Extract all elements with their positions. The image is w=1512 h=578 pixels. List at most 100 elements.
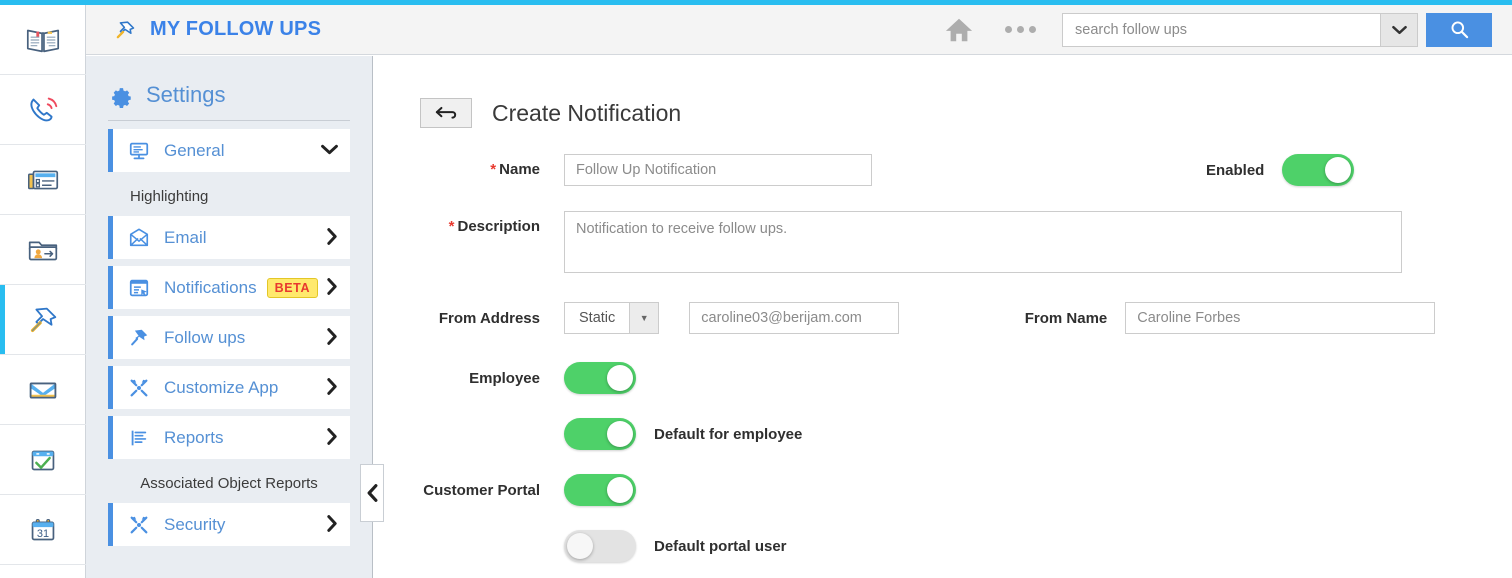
header-actions: [939, 12, 1492, 48]
sidebar-item-label: General: [164, 141, 224, 161]
form-row-description: *Description: [374, 211, 1512, 273]
default-portal-user-toggle[interactable]: [564, 530, 636, 562]
search-dropdown-button[interactable]: [1380, 13, 1418, 47]
chevron-right-icon: [326, 278, 338, 298]
sidebar-item-notifications[interactable]: Notifications BETA: [108, 266, 350, 309]
nav-group-follow-ups: Follow ups: [108, 316, 350, 359]
sidebar-subitem-associated-object-reports[interactable]: Associated Object Reports: [86, 466, 372, 503]
chevron-left-icon: [366, 484, 379, 502]
search-input[interactable]: [1062, 13, 1380, 47]
from-address-label: From Address: [374, 310, 540, 327]
calendar-31-icon: 31: [24, 511, 62, 549]
enabled-toggle[interactable]: [1282, 154, 1354, 186]
sidebar-subitem-highlighting[interactable]: Highlighting: [86, 179, 372, 216]
more-button[interactable]: [1005, 26, 1036, 33]
report-lines-icon: [128, 427, 150, 449]
left-icon-rail: 31: [0, 5, 86, 578]
name-label: *Name: [374, 154, 540, 186]
search-group: [1062, 13, 1492, 47]
nav-group-reports: Reports: [108, 416, 350, 459]
chevron-right-icon: [326, 328, 338, 348]
notification-card-icon: [128, 277, 150, 299]
sidebar-item-customize-app[interactable]: Customize App: [108, 366, 350, 409]
from-address-email-input[interactable]: [689, 302, 899, 334]
rail-item-calendar[interactable]: 31: [0, 495, 86, 565]
chevron-right-icon: [326, 228, 338, 248]
chevron-right-icon: [326, 378, 338, 398]
employee-toggle[interactable]: [564, 362, 636, 394]
back-button[interactable]: [420, 98, 472, 128]
open-book-icon: [24, 21, 62, 59]
rail-item-knowledge-base[interactable]: [0, 5, 86, 75]
default-for-employee-toggle[interactable]: [564, 418, 636, 450]
sidebar-item-follow-ups[interactable]: Follow ups: [108, 316, 350, 359]
rail-item-tasks[interactable]: [0, 425, 86, 495]
home-button[interactable]: [939, 12, 979, 48]
form-row-default-portal-user: Default portal user: [374, 530, 1512, 562]
page-title: Create Notification: [492, 100, 681, 127]
description-label: *Description: [374, 211, 540, 243]
rail-item-calls[interactable]: [0, 75, 86, 145]
settings-divider: [108, 120, 350, 121]
nav-group-security: Security: [108, 503, 350, 546]
sidebar-item-label: Reports: [164, 428, 224, 448]
default-portal-user-label: Default portal user: [654, 538, 787, 555]
tools-icon: [128, 377, 150, 399]
rail-item-mail[interactable]: [0, 355, 86, 425]
settings-title: Settings: [146, 82, 226, 108]
sidebar-item-reports[interactable]: Reports: [108, 416, 350, 459]
rail-item-follow-ups[interactable]: [0, 285, 86, 355]
caret-down-icon[interactable]: ▼: [629, 302, 659, 334]
from-name-input[interactable]: [1125, 302, 1435, 334]
settings-sidebar: Settings General Highlighting: [86, 56, 373, 578]
nav-group-email: Email: [108, 216, 350, 259]
toggle-knob: [607, 477, 633, 503]
toggle-knob: [607, 421, 633, 447]
enabled-group: Enabled: [1206, 154, 1354, 186]
default-for-employee-label: Default for employee: [654, 426, 802, 443]
rail-item-news[interactable]: [0, 145, 86, 215]
back-arrow-icon: [435, 105, 457, 121]
form-row-employee: Employee: [374, 362, 1512, 394]
gear-icon: [108, 82, 134, 108]
form-row-name: *Name Enabled: [374, 154, 1512, 186]
description-textarea[interactable]: [564, 211, 1402, 273]
contact-folder-icon: [24, 231, 62, 269]
customer-portal-toggle[interactable]: [564, 474, 636, 506]
svg-text:31: 31: [37, 528, 49, 540]
chevron-right-icon: [326, 428, 338, 448]
application-window: 31 MY FOLLOW UPS: [0, 0, 1512, 578]
sidebar-item-general[interactable]: General: [108, 129, 350, 172]
search-submit-button[interactable]: [1426, 13, 1492, 47]
sidebar-item-label: Notifications: [164, 278, 257, 298]
more-dots-icon: [1017, 26, 1024, 33]
sidebar-item-label: Email: [164, 228, 207, 248]
name-input[interactable]: [564, 154, 872, 186]
form-row-from: From Address Static ▼ From Name: [374, 302, 1512, 334]
from-address-select[interactable]: Static ▼: [564, 302, 659, 334]
customer-portal-label: Customer Portal: [374, 482, 540, 499]
page-header: Create Notification: [374, 56, 1512, 128]
sidebar-item-security[interactable]: Security: [108, 503, 350, 546]
pushpin-icon: [112, 17, 138, 43]
from-name-label: From Name: [957, 310, 1107, 327]
chevron-right-icon: [326, 515, 338, 535]
required-marker: *: [449, 218, 455, 235]
sidebar-item-email[interactable]: Email: [108, 216, 350, 259]
sidebar-item-label: Security: [164, 515, 225, 535]
create-notification-form: *Name Enabled *Description Fro: [374, 128, 1512, 562]
settings-header: Settings: [86, 56, 372, 120]
toggle-knob: [567, 533, 593, 559]
nav-group-notifications: Notifications BETA: [108, 266, 350, 309]
required-marker: *: [490, 161, 496, 178]
more-dots-icon: [1029, 26, 1036, 33]
sidebar-item-label: Follow ups: [164, 328, 245, 348]
sidebar-collapse-button[interactable]: [360, 464, 384, 522]
form-row-default-for-employee: Default for employee: [374, 418, 1512, 450]
search-icon: [1450, 20, 1469, 39]
chevron-down-icon: [321, 143, 338, 158]
enabled-label: Enabled: [1206, 162, 1264, 179]
envelope-open-icon: [128, 227, 150, 249]
toggle-knob: [607, 365, 633, 391]
rail-item-contacts[interactable]: [0, 215, 86, 285]
